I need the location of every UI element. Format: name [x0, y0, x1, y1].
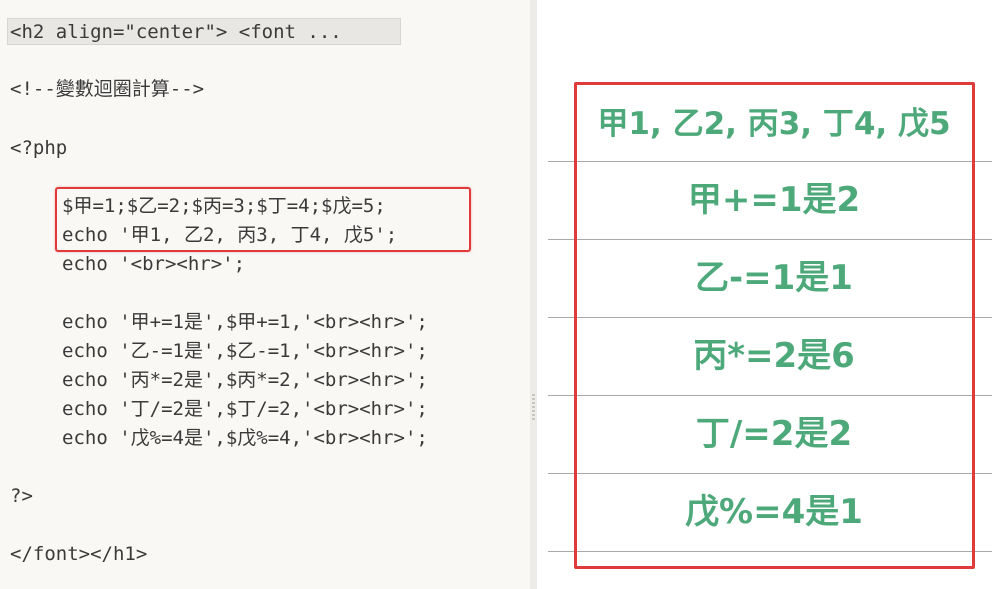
- pane-splitter[interactable]: [530, 0, 537, 589]
- code-line-echo-mul[interactable]: echo '丙*=2是',$丙*=2,'<br><hr>';: [62, 366, 428, 395]
- code-line-echo-sub[interactable]: echo '乙-=1是',$乙-=1,'<br><hr>';: [62, 337, 428, 366]
- code-line-1[interactable]: <h2 align="center"> <font ...: [10, 18, 342, 47]
- code-line-php-close[interactable]: ?>: [10, 482, 33, 511]
- splitter-grip-icon[interactable]: [532, 394, 535, 420]
- code-line-comment[interactable]: <!--變數迴圈計算-->: [10, 75, 204, 104]
- code-line-font-close[interactable]: </font></h1>: [10, 540, 147, 569]
- code-highlight-box: [55, 187, 471, 252]
- code-line-echo-add[interactable]: echo '甲+=1是',$甲+=1,'<br><hr>';: [62, 308, 428, 337]
- code-line-echo-br[interactable]: echo '<br><hr>';: [62, 250, 245, 279]
- preview-highlight-box: [574, 82, 975, 569]
- code-line-echo-mod[interactable]: echo '戊%=4是',$戊%=4,'<br><hr>';: [62, 424, 428, 453]
- code-line-echo-div[interactable]: echo '丁/=2是',$丁/=2,'<br><hr>';: [62, 395, 428, 424]
- code-line-php-open[interactable]: <?php: [10, 134, 67, 163]
